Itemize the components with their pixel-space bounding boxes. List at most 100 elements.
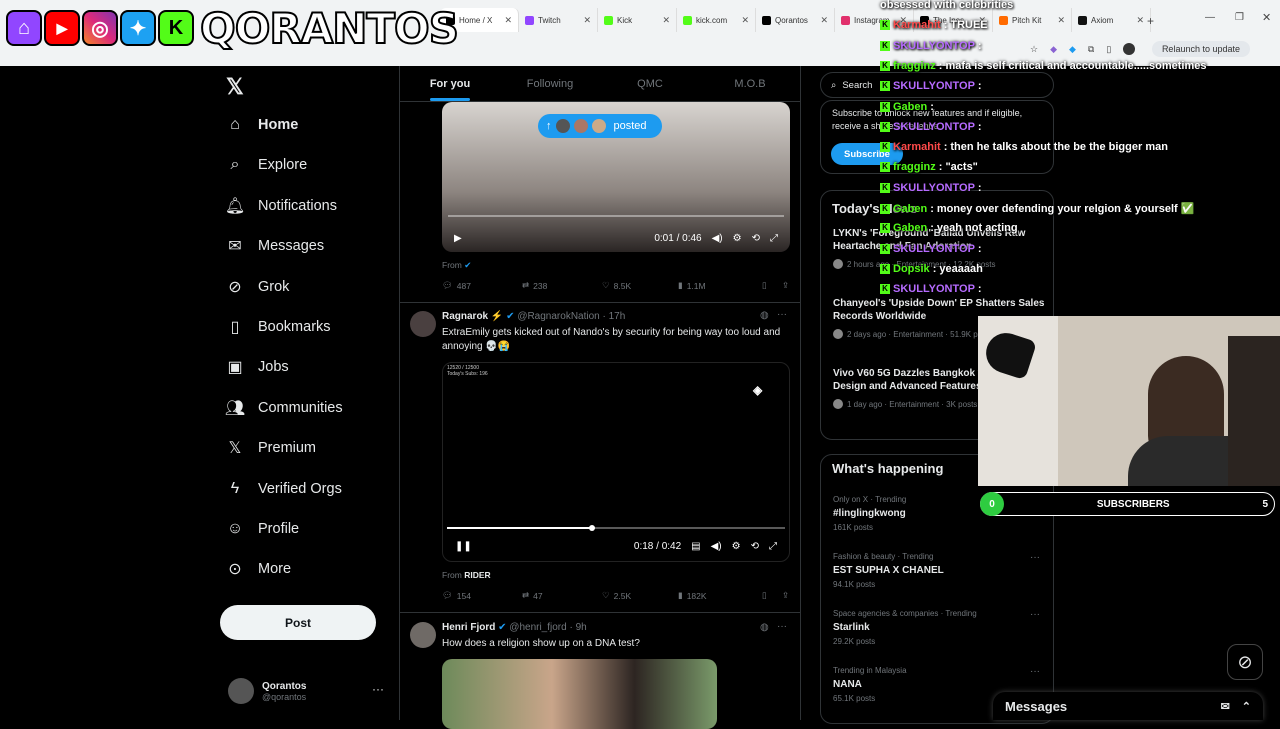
nav-item-jobs[interactable]: ▣ Jobs [226, 358, 289, 376]
nav-item-home[interactable]: ⌂ Home [226, 116, 298, 134]
author-name[interactable]: Henri Fjord [442, 622, 495, 633]
video-progress-track[interactable] [447, 525, 785, 531]
tweet3-text: How does a religion show up on a DNA tes… [442, 638, 640, 649]
compose-message-icon[interactable]: ✉ [1221, 700, 1230, 713]
browser-tab[interactable]: kick.com ✕ [677, 8, 756, 32]
volume-icon[interactable]: ◀) [712, 233, 723, 244]
like-button[interactable]: ♡ 2.5K [602, 590, 678, 601]
browser-tab[interactable]: Kick ✕ [598, 8, 677, 32]
settings-icon[interactable]: ⚙ [733, 233, 742, 244]
timeline-tab[interactable]: Following [500, 66, 600, 101]
chat-message: obsessed with celebrities [880, 0, 1013, 11]
close-tab-icon[interactable]: ✕ [820, 15, 828, 26]
nav-item-label: Jobs [258, 359, 289, 376]
chat-message: K SKULLYONTOP: [880, 121, 985, 133]
reply-button[interactable]: 💬︎ 487 [442, 280, 522, 291]
timeline-tab[interactable]: M.O.B [700, 66, 800, 101]
more-dots-icon[interactable]: ··· [1030, 666, 1040, 677]
nav-item-label: Bookmarks [258, 319, 331, 335]
timeline: For you Following QMC M.O.B ↑ posted ▶ 0:01… [399, 66, 801, 729]
views-button[interactable]: ▮ 1.1M [678, 280, 762, 291]
loop-icon[interactable]: ⟲ [751, 541, 759, 552]
reply-button[interactable]: 💬︎ 154 [442, 590, 522, 601]
loop-icon[interactable]: ⟲ [752, 233, 760, 244]
nav-item-explore[interactable]: ⌕ Explore [226, 156, 308, 174]
tweet1-video[interactable]: ↑ posted ▶ 0:01 / 0:46 ◀) ⚙ ⟲ ⤢ [442, 102, 790, 252]
trend-item[interactable]: Fashion & beauty · Trending EST SUPHA X C… [833, 552, 1048, 589]
repost-button[interactable]: ⇄ 238 [522, 280, 602, 291]
tweet3-image[interactable] [442, 659, 717, 729]
avatar[interactable] [410, 622, 436, 648]
nav-item-notifications[interactable]: 🔔︎ Notifications [225, 197, 337, 215]
video-progress-track[interactable] [448, 215, 784, 217]
volume-icon[interactable]: ◀) [711, 541, 722, 552]
bookmark-button[interactable]: ▯ [762, 590, 782, 601]
nav-item-messages[interactable]: ✉ Messages [226, 237, 324, 255]
more-dots-icon[interactable]: ··· [372, 682, 384, 696]
grok-icon[interactable]: ◍ [760, 310, 769, 321]
pause-icon[interactable]: ❚❚ [455, 541, 472, 552]
chat-username: fragginz [893, 59, 936, 72]
nav-item-label: Explore [258, 157, 308, 174]
view-count: 182K [686, 590, 707, 601]
nav-item-more[interactable]: ⊙ More [226, 560, 291, 578]
share-icon[interactable]: ⇪ [782, 590, 789, 601]
timeline-tab[interactable]: QMC [600, 66, 700, 101]
reply-count: 154 [456, 590, 471, 601]
like-button[interactable]: ♡ 8.5K [602, 280, 678, 291]
bookmark-button[interactable]: ▯ [762, 280, 782, 291]
chat-message: Kfragginz: mafa is self critical and acco… [880, 60, 1207, 72]
author-name[interactable]: Ragnarok [442, 311, 488, 322]
more-dots-icon[interactable]: ··· [777, 309, 787, 320]
grok-button[interactable]: ⊘ [1227, 644, 1263, 680]
tweet2-video[interactable]: 12520 / 12500 Today's Subs: 196 ◈ ❚❚ 0:1… [442, 362, 790, 562]
nav-item-premium[interactable]: 𝕏 Premium [226, 439, 316, 457]
timeline-tab[interactable]: For you [400, 66, 500, 101]
expand-icon[interactable]: ⌃ [1242, 700, 1251, 713]
trend-item[interactable]: Space agencies & companies · Trending Sta… [833, 609, 1048, 646]
close-tab-icon[interactable]: ✕ [504, 15, 512, 26]
fullscreen-icon[interactable]: ⤢ [769, 541, 777, 552]
share-icon[interactable]: ⇪ [782, 280, 789, 291]
close-tab-icon[interactable]: ✕ [741, 15, 749, 26]
nav-item-profile[interactable]: ☺ Profile [226, 520, 299, 538]
chat-colon: : [977, 181, 982, 194]
new-posts-pill[interactable]: ↑ posted [538, 114, 662, 138]
nav-item-grok[interactable]: ⊘ Grok [226, 278, 289, 296]
trend-name: Starlink [833, 622, 870, 633]
more-dots-icon[interactable]: ··· [1030, 609, 1040, 620]
chat-message: K Karmahit: then he talks about the be the… [880, 141, 1168, 153]
video-controls: ▶ 0:01 / 0:46 ◀) ⚙ ⟲ ⤢ [442, 224, 790, 252]
messages-dock[interactable]: Messages ✉ ⌃ [993, 692, 1263, 720]
browser-tab[interactable]: Twitch ✕ [519, 8, 598, 32]
close-tab-icon[interactable]: ✕ [662, 15, 670, 26]
more-dots-icon[interactable]: ··· [777, 621, 787, 632]
from-name[interactable]: RIDER [464, 570, 490, 580]
chair [1228, 336, 1280, 486]
account-switcher[interactable]: Qorantos @qorantos [228, 678, 306, 704]
chat-message: K SKULLYONTOP: [880, 182, 985, 194]
avatar[interactable] [410, 311, 436, 337]
close-tab-icon[interactable]: ✕ [583, 15, 591, 26]
kick-badge-icon: K [880, 121, 890, 132]
grok-icon[interactable]: ◍ [760, 622, 769, 633]
nav-item-verified-orgs[interactable]: ϟ Verified Orgs [226, 480, 342, 498]
captions-icon[interactable]: ▤ [691, 541, 700, 552]
repost-button[interactable]: ⇄ 47 [522, 590, 602, 601]
fullscreen-icon[interactable]: ⤢ [770, 233, 778, 244]
grok-icon: ⊘ [228, 278, 242, 296]
author-handle[interactable]: @henri_fjord · 9h [509, 622, 586, 633]
chat-text: yeaaaah [939, 262, 983, 275]
settings-icon[interactable]: ⚙ [732, 541, 741, 552]
x-logo-icon[interactable]: 𝕏 [226, 74, 244, 100]
play-icon[interactable]: ▶ [454, 233, 462, 244]
chat-username: SKULLYONTOP [893, 120, 975, 133]
author-handle[interactable]: @RagnarokNation · 17h [517, 311, 625, 322]
more-dots-icon[interactable]: ··· [1030, 552, 1040, 563]
nav-item-communities[interactable]: 👥︎ Communities [225, 399, 343, 417]
views-button[interactable]: ▮ 182K [678, 590, 762, 601]
twitter-bird-icon: ✦ [120, 10, 156, 46]
post-button[interactable]: Post [220, 605, 376, 640]
nav-item-bookmarks[interactable]: ▯ Bookmarks [226, 318, 331, 336]
browser-tab[interactable]: Qorantos ✕ [756, 8, 835, 32]
